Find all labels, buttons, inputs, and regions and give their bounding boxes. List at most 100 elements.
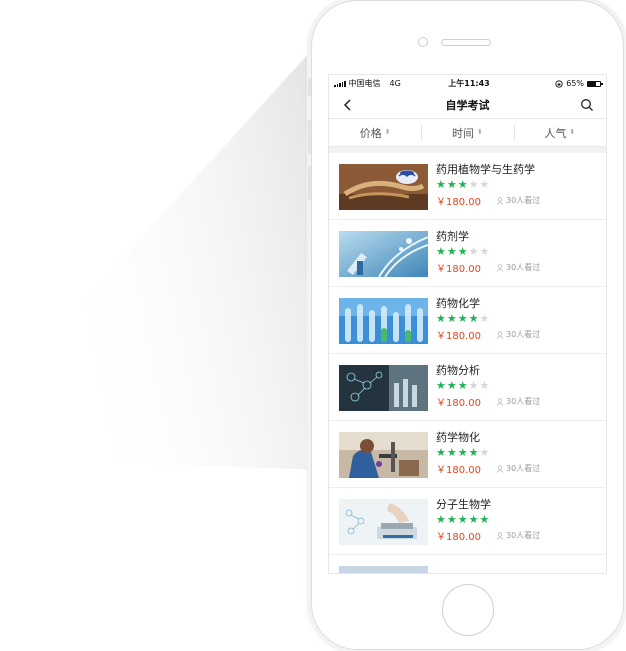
page-title: 自学考试	[445, 99, 490, 112]
view-count: 30人看过	[506, 531, 541, 540]
filter-popularity[interactable]: 人气 ⬍	[513, 119, 606, 146]
course-title: 药剂学	[436, 230, 469, 243]
clock: 上午11:43	[448, 79, 490, 88]
star-filled-icon: ★	[479, 513, 490, 526]
battery-percent: 65%	[566, 79, 584, 88]
view-count: 30人看过	[506, 330, 541, 339]
filter-bar: 价格 ⬍ 时间 ⬍ 人气 ⬍	[329, 118, 606, 147]
star-empty-icon: ★	[479, 446, 490, 459]
person-icon	[496, 330, 504, 339]
network-label: 4G	[389, 79, 401, 88]
test-tubes-image	[339, 298, 428, 344]
star-empty-icon: ★	[479, 245, 490, 258]
view-count: 30人看过	[506, 464, 541, 473]
nav-bar: 自学考试	[329, 92, 606, 118]
rating-stars: ★ ★ ★ ★ ★	[436, 447, 540, 461]
star-filled-icon: ★	[457, 446, 468, 459]
rating-stars: ★ ★ ★ ★ ★	[436, 179, 540, 193]
star-empty-icon: ★	[479, 178, 490, 191]
view-count: 30人看过	[506, 397, 541, 406]
course-price: ￥180.00	[436, 264, 481, 275]
star-filled-icon: ★	[436, 513, 446, 526]
list-item-partial[interactable]	[329, 555, 606, 573]
star-filled-icon: ★	[468, 513, 479, 526]
person-icon	[496, 397, 504, 406]
rating-stars: ★ ★ ★ ★ ★	[436, 380, 540, 394]
star-empty-icon: ★	[479, 379, 490, 392]
earpiece-speaker	[441, 39, 491, 46]
filter-time[interactable]: 时间 ⬍	[421, 119, 513, 146]
filter-label: 价格	[359, 126, 382, 140]
list-item[interactable]: 药学物化 ★ ★ ★ ★ ★ ￥180.00 30人看过	[329, 421, 606, 488]
star-filled-icon: ★	[457, 513, 468, 526]
course-title: 药物分析	[436, 364, 480, 377]
rating-stars: ★ ★ ★ ★ ★	[436, 246, 540, 260]
course-price: ￥180.00	[436, 398, 481, 409]
star-filled-icon: ★	[436, 312, 446, 325]
chevron-left-icon[interactable]	[341, 98, 355, 112]
star-filled-icon: ★	[446, 178, 457, 191]
list-item[interactable]: 药用植物学与生药学 ★ ★ ★ ★ ★ ￥180.00 30人看过	[329, 153, 606, 220]
person-icon	[496, 464, 504, 473]
course-price: ￥180.00	[436, 331, 481, 342]
herbal-medicine-image	[339, 164, 428, 210]
app-screen: 中国电信 4G 上午11:43 65% 自学考试 价格 ⬍ 时间 ⬍ 人气 ⬍ …	[328, 74, 607, 574]
view-count: 30人看过	[506, 196, 541, 205]
list-item[interactable]: 药剂学 ★ ★ ★ ★ ★ ￥180.00 30人看过	[329, 220, 606, 287]
volume-up-button	[308, 120, 311, 154]
volume-down-button	[308, 166, 311, 200]
course-title: 分子生物学	[436, 498, 491, 511]
star-filled-icon: ★	[446, 245, 457, 258]
course-price: ￥180.00	[436, 532, 481, 543]
star-filled-icon: ★	[446, 513, 457, 526]
star-filled-icon: ★	[457, 245, 468, 258]
course-thumbnail	[339, 566, 428, 573]
star-empty-icon: ★	[468, 178, 479, 191]
person-icon	[496, 531, 504, 540]
filter-label: 时间	[452, 126, 475, 140]
person-icon	[496, 196, 504, 205]
rotation-lock-icon	[555, 79, 563, 88]
course-title: 药学物化	[436, 431, 480, 444]
status-bar: 中国电信 4G 上午11:43 65%	[329, 75, 606, 92]
person-icon	[496, 263, 504, 272]
list-item[interactable]: 分子生物学 ★ ★ ★ ★ ★ ￥180.00 30人看过	[329, 488, 606, 555]
rating-stars: ★ ★ ★ ★ ★	[436, 313, 540, 327]
scientist-microscope-image	[339, 432, 428, 478]
course-price: ￥180.00	[436, 465, 481, 476]
star-filled-icon: ★	[446, 379, 457, 392]
star-filled-icon: ★	[457, 312, 468, 325]
star-empty-icon: ★	[468, 245, 479, 258]
signal-icon	[334, 80, 346, 87]
mute-switch	[308, 78, 311, 96]
front-camera	[418, 37, 428, 47]
molecule-analysis-image	[339, 365, 428, 411]
star-filled-icon: ★	[446, 312, 457, 325]
rating-stars: ★ ★ ★ ★ ★	[436, 514, 540, 528]
battery-icon	[586, 80, 603, 87]
star-filled-icon: ★	[436, 178, 446, 191]
star-filled-icon: ★	[457, 178, 468, 191]
course-price: ￥180.00	[436, 197, 481, 208]
star-filled-icon: ★	[436, 245, 446, 258]
sort-arrows-icon: ⬍	[477, 128, 483, 136]
view-count: 30人看过	[506, 263, 541, 272]
sort-arrows-icon: ⬍	[569, 128, 576, 136]
dna-lab-image	[339, 231, 428, 277]
carrier-label: 中国电信	[348, 79, 381, 88]
star-filled-icon: ★	[457, 379, 468, 392]
search-icon[interactable]	[580, 98, 594, 112]
home-button[interactable]	[442, 584, 494, 636]
filter-price[interactable]: 价格 ⬍	[329, 119, 421, 146]
star-filled-icon: ★	[436, 446, 446, 459]
star-filled-icon: ★	[468, 446, 479, 459]
list-item[interactable]: 药物化学 ★ ★ ★ ★ ★ ￥180.00 30人看过	[329, 287, 606, 354]
course-list: 药用植物学与生药学 ★ ★ ★ ★ ★ ￥180.00 30人看过 药剂学 ★ …	[329, 153, 606, 573]
sort-arrows-icon: ⬍	[384, 128, 391, 136]
star-empty-icon: ★	[468, 379, 479, 392]
star-filled-icon: ★	[468, 312, 479, 325]
course-title: 药用植物学与生药学	[436, 163, 535, 176]
star-filled-icon: ★	[446, 446, 457, 459]
course-title: 药物化学	[436, 297, 480, 310]
list-item[interactable]: 药物分析 ★ ★ ★ ★ ★ ￥180.00 30人看过	[329, 354, 606, 421]
